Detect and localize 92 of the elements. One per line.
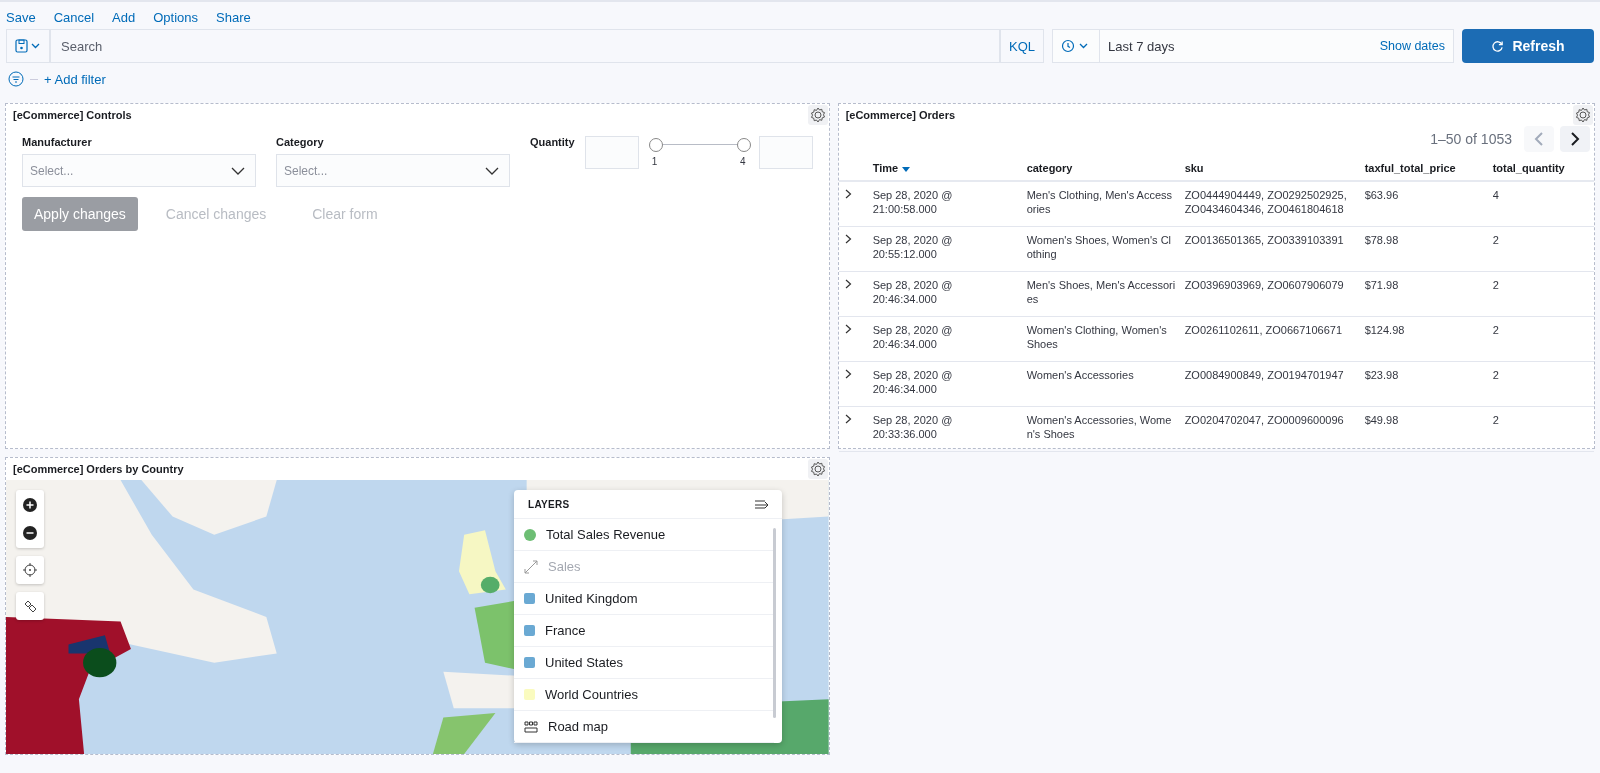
table-cell: Women's Accessories <box>1026 369 1134 381</box>
tick-label: 4 <box>740 156 746 167</box>
grid-icon <box>524 720 538 733</box>
menu-link[interactable]: Add <box>112 10 136 25</box>
table-cell: $23.98 <box>1364 369 1399 381</box>
table-cell: ZO0136501365, ZO0339103391 <box>1184 234 1344 246</box>
refresh-button[interactable]: Refresh <box>1462 29 1594 63</box>
slider-thumb[interactable] <box>736 138 751 152</box>
table-cell: $78.98 <box>1364 234 1399 246</box>
collapse-icon[interactable] <box>754 498 770 510</box>
table-cell: Sep 28, 2020 @ 20:55:12.000 <box>872 234 953 260</box>
table-cell: Sep 28, 2020 @ 20:46:34.000 <box>872 369 953 395</box>
table-cell: ZO0084900849, ZO0194701947 <box>1184 369 1344 381</box>
expand-row-icon[interactable] <box>844 324 852 334</box>
field-label: Manufacturer <box>22 136 93 148</box>
table-cell: Women's Clothing, Women's Shoes <box>1026 324 1167 350</box>
disk-icon <box>15 39 41 53</box>
table-cell: Women's Shoes, Women's Clothing <box>1026 234 1172 260</box>
table-cell: 2 <box>1492 234 1499 246</box>
table-cell: ZO0396903969, ZO0607906079 <box>1184 279 1344 291</box>
table-cell: Sep 28, 2020 @ 20:46:34.000 <box>872 324 953 350</box>
table-cell: $49.98 <box>1364 414 1399 426</box>
chevron-right-icon <box>1570 132 1580 146</box>
table-cell: Sep 28, 2020 @ 21:00:58.000 <box>872 189 953 215</box>
expand-row-icon[interactable] <box>844 234 852 244</box>
search-field[interactable]: Search <box>50 29 1000 63</box>
layer-item[interactable]: Road map <box>514 711 774 743</box>
settings-icon[interactable] <box>807 459 828 479</box>
table-cell: 2 <box>1492 324 1499 336</box>
table-cell: ZO0444904449, ZO0292502925, ZO0434604346, ZO0461804618 <box>1184 189 1347 215</box>
show-dates-link[interactable]: Show dates <box>1371 39 1453 53</box>
menu-link[interactable]: Options <box>153 10 199 25</box>
tools-button[interactable] <box>16 592 44 620</box>
column-header[interactable]: category <box>1026 162 1073 174</box>
table-cell: Men's Clothing, Men's Accessories <box>1026 189 1173 215</box>
table-cell: Sep 28, 2020 @ 20:46:34.000 <box>872 279 953 305</box>
column-header[interactable]: taxful_total_price <box>1364 162 1456 174</box>
time-range[interactable]: Last 7 days <box>1100 38 1372 54</box>
panel-title: [eCommerce] Orders <box>844 108 957 123</box>
table-cell: ZO0261102611, ZO0667106671 <box>1184 324 1342 336</box>
chevron-down-icon <box>231 166 245 175</box>
chevron-left-icon <box>1534 132 1544 146</box>
next-page-button[interactable] <box>1560 126 1590 152</box>
field-label: Quantity <box>530 136 575 150</box>
select-field[interactable]: Select... <box>22 154 256 187</box>
table-cell: 2 <box>1492 369 1499 381</box>
column-header[interactable]: total_quantity <box>1492 162 1565 174</box>
column-header[interactable]: sku <box>1184 162 1204 174</box>
add-filter-link[interactable]: + Add filter <box>44 71 106 87</box>
select-field[interactable]: Select... <box>276 154 510 187</box>
crosshair-icon <box>23 563 37 577</box>
query-language-button[interactable]: KQL <box>1000 29 1044 63</box>
locate-button[interactable] <box>16 556 44 584</box>
chevron-down-icon <box>485 166 499 175</box>
zoom-out-icon[interactable] <box>23 526 37 540</box>
table-cell: Men's Shoes, Men's Accessories <box>1026 279 1176 305</box>
sort-icon[interactable] <box>902 166 911 172</box>
layers-title: LAYERS <box>528 498 570 510</box>
refresh-icon <box>1491 39 1505 53</box>
panel-title: [eCommerce] Controls <box>12 108 133 123</box>
filter-icon[interactable] <box>8 71 24 87</box>
tick-label: 1 <box>651 156 658 167</box>
table-cell: $71.98 <box>1364 279 1399 291</box>
table-cell: Women's Accessories, Women's Shoes <box>1026 414 1172 440</box>
table-cell: 4 <box>1492 189 1499 201</box>
tools-icon <box>23 599 37 613</box>
settings-icon[interactable] <box>807 105 828 125</box>
max-input[interactable] <box>758 136 813 169</box>
slider-thumb[interactable] <box>648 138 663 152</box>
settings-icon[interactable] <box>1573 105 1593 125</box>
expand-row-icon[interactable] <box>844 189 852 199</box>
menu-link[interactable]: Cancel <box>53 10 95 25</box>
table-cell: ZO0204702047, ZO0009600096 <box>1184 414 1344 426</box>
range-slider[interactable] <box>648 138 749 152</box>
field-label: Category <box>276 136 325 148</box>
table-cell: $63.96 <box>1364 189 1399 201</box>
menu-link[interactable]: Save <box>6 10 36 25</box>
table-cell: Sep 28, 2020 @ 20:33:36.000 <box>872 414 953 440</box>
table-cell: 2 <box>1492 414 1499 426</box>
min-input[interactable] <box>584 136 639 169</box>
table-cell: $124.98 <box>1364 324 1405 336</box>
zoom-in-icon[interactable] <box>23 498 37 512</box>
expand-row-icon[interactable] <box>844 369 852 379</box>
pagination-text: 1–50 of 1053 <box>1430 131 1512 147</box>
column-header[interactable]: Time <box>872 162 899 174</box>
panel-title: [eCommerce] Orders by Country <box>12 462 185 477</box>
expand-row-icon[interactable] <box>844 279 852 289</box>
menu-link[interactable]: Share <box>216 10 251 25</box>
table-cell: 2 <box>1492 279 1499 291</box>
line-icon <box>524 559 538 574</box>
saved-query-button[interactable] <box>6 29 50 63</box>
expand-row-icon[interactable] <box>844 414 852 424</box>
